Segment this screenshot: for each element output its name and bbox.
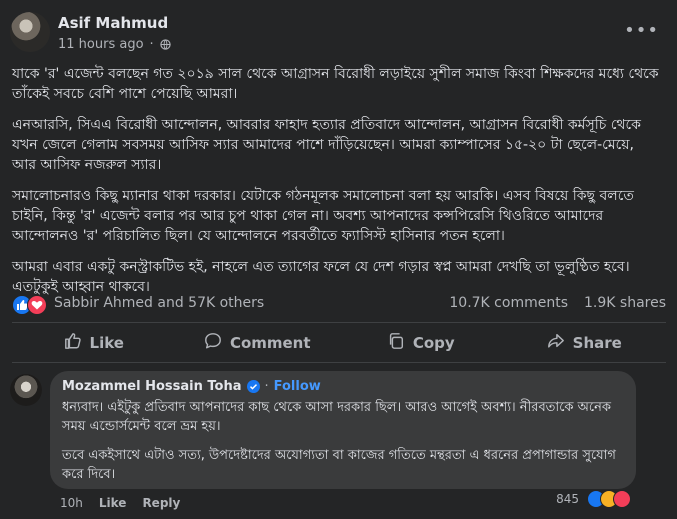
author-name[interactable]: Asif Mahmud [58,14,168,32]
like-icon [64,332,82,354]
divider [12,322,666,323]
post-time[interactable]: 11 hours ago [58,37,144,52]
reactors-text[interactable]: Sabbir Ahmed and 57K others [54,295,264,311]
comment-text: ধন্যবাদ। এইটুকু প্রতিবাদ আপনাদের কাছ থেক… [62,398,622,494]
divider [12,362,666,363]
globe-icon [159,39,171,50]
love-icon [613,490,631,508]
comment-paragraph: তবে একইসাথে এটাও সত্য, উপদেষ্টাদের অযোগ্… [62,448,616,482]
post-paragraph: আমরা এবার একটু কনস্ট্রাকটিভ হই, নাহলে এত… [12,259,630,295]
comment-reaction-count: 845 [556,492,579,506]
comment-actions: 10h Like Reply [60,496,180,510]
post-meta: 11 hours ago · [58,37,171,52]
more-icon[interactable]: ••• [624,20,659,41]
post-text: যাকে 'র' এজেন্ট বলছেন গত ২০১৯ সাল থেকে আ… [12,64,662,308]
comments-count[interactable]: 10.7K comments [449,295,568,311]
commenter-avatar[interactable] [10,374,42,406]
share-icon [547,332,565,354]
post-paragraph: এনআরসি, সিএএ বিরোধী আন্দোলন, আবরার ফাহাদ… [12,117,641,173]
comment-time[interactable]: 10h [60,496,83,510]
comment-reactions[interactable]: 845 [556,490,631,508]
comment-like-button[interactable]: Like [99,496,127,510]
share-label: Share [572,334,622,352]
love-reaction-icon [27,295,47,315]
post-paragraph: সমালোচনারও কিছু ম্যানার থাকা দরকার। যেটা… [12,188,634,244]
share-button[interactable]: Share [503,325,667,361]
copy-icon [387,332,405,354]
commenter-name[interactable]: Mozammel Hossain Toha [62,379,242,394]
comment-icon [204,332,222,354]
like-label: Like [89,334,124,352]
comment-reply-button[interactable]: Reply [142,496,180,510]
engagement-counts: 10.7K comments 1.9K shares [449,295,666,311]
comment-label: Comment [229,334,311,352]
author-avatar[interactable] [10,12,50,52]
shares-count[interactable]: 1.9K shares [584,295,666,311]
comment-paragraph: ধন্যবাদ। এইটুকু প্রতিবাদ আপনাদের কাছ থেক… [62,400,611,434]
comment-button[interactable]: Comment [176,325,340,361]
copy-label: Copy [412,334,455,352]
reaction-icons[interactable] [12,295,50,315]
comment-bubble: Mozammel Hossain Toha · Follow ধন্যবাদ। … [50,371,636,489]
action-bar: Like Comment Copy Share [12,325,666,361]
follow-button[interactable]: Follow [274,379,321,394]
reactions-summary: Sabbir Ahmed and 57K others 10.7K commen… [12,293,666,317]
follow-separator: · [264,379,269,394]
like-button[interactable]: Like [12,325,176,361]
verified-icon [246,380,260,393]
post-paragraph: যাকে 'র' এজেন্ট বলছেন গত ২০১৯ সাল থেকে আ… [12,66,659,102]
post-header: Asif Mahmud 11 hours ago · ••• [10,12,667,56]
comment-header: Mozammel Hossain Toha · Follow [62,379,321,394]
meta-separator: · [149,37,154,52]
copy-button[interactable]: Copy [339,325,503,361]
